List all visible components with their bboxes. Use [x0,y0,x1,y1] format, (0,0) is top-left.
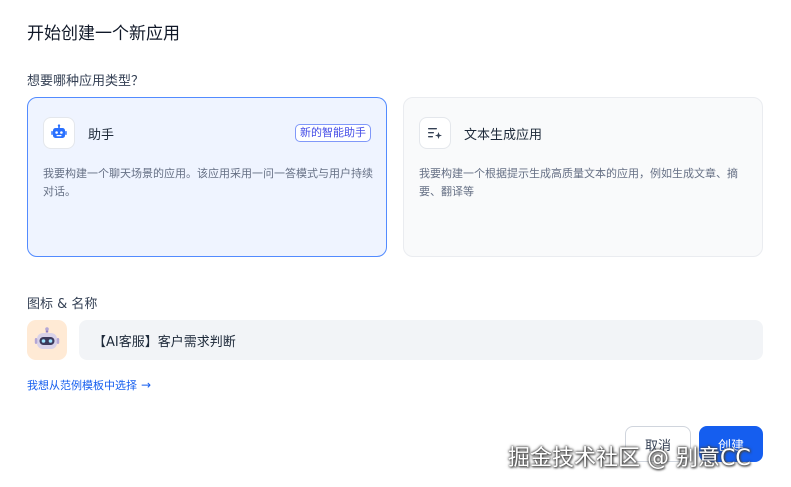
robot-emoji-icon [34,327,60,349]
app-type-label: 想要哪种应用类型？ [27,74,145,89]
robot-icon [43,117,75,149]
text-sparkle-icon [419,117,451,149]
watermark: 掘金技术社区 @ 别意CC [508,446,751,471]
choose-template-link[interactable]: 我想从范例模板中选择 → [27,377,151,393]
choose-template-label: 我想从范例模板中选择 [27,379,137,392]
app-icon-picker[interactable] [27,320,67,360]
create-app-dialog: 开始创建一个新应用 想要哪种应用类型？ 助手 新的智能助手 我要构建一个聊天场景… [0,0,791,487]
app-type-card-assistant[interactable]: 助手 新的智能助手 我要构建一个聊天场景的应用。该应用采用一问一答模式与用户持续… [27,97,387,257]
card-title-text-generation: 文本生成应用 [464,127,543,143]
arrow-right-icon: → [141,378,152,392]
new-assistant-badge: 新的智能助手 [295,124,371,142]
dialog-title: 开始创建一个新应用 [27,24,180,44]
app-type-card-text-generation[interactable]: 文本生成应用 我要构建一个根据提示生成高质量文本的应用，例如生成文章、摘要、翻译… [403,97,763,257]
card-description-assistant: 我要构建一个聊天场景的应用。该应用采用一问一答模式与用户持续对话。 [43,167,373,198]
app-name-input[interactable] [79,320,763,360]
card-description-text-generation: 我要构建一个根据提示生成高质量文本的应用，例如生成文章、摘要、翻译等 [419,167,738,198]
icon-name-label: 图标 & 名称 [27,297,98,312]
card-title-assistant: 助手 [88,127,115,143]
